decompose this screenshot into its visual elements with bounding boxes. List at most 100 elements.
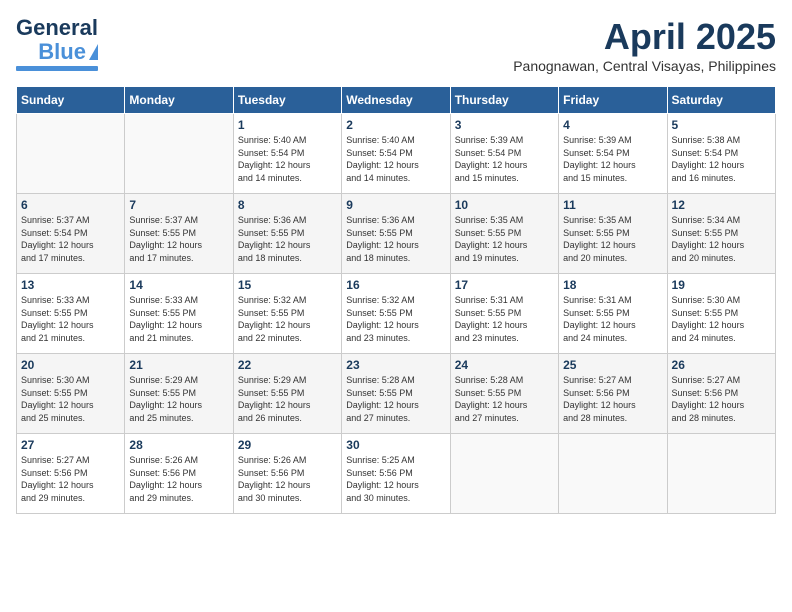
day-number: 13 xyxy=(21,278,120,292)
title-area: April 2025 Panognawan, Central Visayas, … xyxy=(513,16,776,74)
day-cell xyxy=(450,434,558,514)
day-info: Sunrise: 5:27 AM Sunset: 5:56 PM Dayligh… xyxy=(21,454,120,504)
col-header-sunday: Sunday xyxy=(17,87,125,114)
day-info: Sunrise: 5:34 AM Sunset: 5:55 PM Dayligh… xyxy=(672,214,771,264)
day-info: Sunrise: 5:29 AM Sunset: 5:55 PM Dayligh… xyxy=(238,374,337,424)
day-number: 17 xyxy=(455,278,554,292)
day-number: 28 xyxy=(129,438,228,452)
day-cell: 14 Sunrise: 5:33 AM Sunset: 5:55 PM Dayli… xyxy=(125,274,233,354)
logo: General Blue xyxy=(16,16,98,71)
day-info: Sunrise: 5:28 AM Sunset: 5:55 PM Dayligh… xyxy=(455,374,554,424)
day-cell: 19 Sunrise: 5:30 AM Sunset: 5:55 PM Dayli… xyxy=(667,274,775,354)
day-cell: 27 Sunrise: 5:27 AM Sunset: 5:56 PM Dayli… xyxy=(17,434,125,514)
day-cell: 12 Sunrise: 5:34 AM Sunset: 5:55 PM Dayli… xyxy=(667,194,775,274)
day-info: Sunrise: 5:36 AM Sunset: 5:55 PM Dayligh… xyxy=(346,214,445,264)
day-cell: 30Sunrise: 5:25 AM Sunset: 5:56 PM Dayli… xyxy=(342,434,450,514)
day-cell: 21Sunrise: 5:29 AM Sunset: 5:55 PM Dayli… xyxy=(125,354,233,434)
day-number: 22 xyxy=(238,358,337,372)
day-info: Sunrise: 5:40 AM Sunset: 5:54 PM Dayligh… xyxy=(238,134,337,184)
day-cell: 16Sunrise: 5:32 AM Sunset: 5:55 PM Dayli… xyxy=(342,274,450,354)
day-cell: 28 Sunrise: 5:26 AM Sunset: 5:56 PM Dayli… xyxy=(125,434,233,514)
day-cell: 22 Sunrise: 5:29 AM Sunset: 5:55 PM Dayli… xyxy=(233,354,341,434)
day-info: Sunrise: 5:27 AM Sunset: 5:56 PM Dayligh… xyxy=(672,374,771,424)
day-cell: 3 Sunrise: 5:39 AM Sunset: 5:54 PM Daylig… xyxy=(450,114,558,194)
day-number: 25 xyxy=(563,358,662,372)
day-number: 27 xyxy=(21,438,120,452)
day-info: Sunrise: 5:36 AM Sunset: 5:55 PM Dayligh… xyxy=(238,214,337,264)
day-info: Sunrise: 5:26 AM Sunset: 5:56 PM Dayligh… xyxy=(129,454,228,504)
day-number: 24 xyxy=(455,358,554,372)
col-header-wednesday: Wednesday xyxy=(342,87,450,114)
day-number: 26 xyxy=(672,358,771,372)
day-info: Sunrise: 5:39 AM Sunset: 5:54 PM Dayligh… xyxy=(563,134,662,184)
logo-blue: Blue xyxy=(38,40,98,64)
day-number: 11 xyxy=(563,198,662,212)
header: General Blue April 2025 Panognawan, Cent… xyxy=(16,16,776,74)
day-info: Sunrise: 5:38 AM Sunset: 5:54 PM Dayligh… xyxy=(672,134,771,184)
day-cell: 4Sunrise: 5:39 AM Sunset: 5:54 PM Daylig… xyxy=(559,114,667,194)
day-info: Sunrise: 5:30 AM Sunset: 5:55 PM Dayligh… xyxy=(672,294,771,344)
day-number: 3 xyxy=(455,118,554,132)
day-cell: 26 Sunrise: 5:27 AM Sunset: 5:56 PM Dayli… xyxy=(667,354,775,434)
week-row-2: 6 Sunrise: 5:37 AM Sunset: 5:54 PM Daylig… xyxy=(17,194,776,274)
day-number: 1 xyxy=(238,118,337,132)
col-header-tuesday: Tuesday xyxy=(233,87,341,114)
day-info: Sunrise: 5:26 AM Sunset: 5:56 PM Dayligh… xyxy=(238,454,337,504)
day-cell: 8 Sunrise: 5:36 AM Sunset: 5:55 PM Daylig… xyxy=(233,194,341,274)
day-number: 15 xyxy=(238,278,337,292)
logo-general: General xyxy=(16,16,98,40)
day-cell xyxy=(667,434,775,514)
day-cell xyxy=(125,114,233,194)
day-info: Sunrise: 5:35 AM Sunset: 5:55 PM Dayligh… xyxy=(455,214,554,264)
day-info: Sunrise: 5:35 AM Sunset: 5:55 PM Dayligh… xyxy=(563,214,662,264)
day-cell: 9 Sunrise: 5:36 AM Sunset: 5:55 PM Daylig… xyxy=(342,194,450,274)
month-title: April 2025 xyxy=(513,16,776,58)
day-cell xyxy=(17,114,125,194)
day-number: 14 xyxy=(129,278,228,292)
day-number: 6 xyxy=(21,198,120,212)
day-number: 12 xyxy=(672,198,771,212)
day-cell: 1 Sunrise: 5:40 AM Sunset: 5:54 PM Daylig… xyxy=(233,114,341,194)
day-number: 20 xyxy=(21,358,120,372)
day-cell: 18Sunrise: 5:31 AM Sunset: 5:55 PM Dayli… xyxy=(559,274,667,354)
day-number: 16 xyxy=(346,278,445,292)
day-cell xyxy=(559,434,667,514)
day-info: Sunrise: 5:31 AM Sunset: 5:55 PM Dayligh… xyxy=(455,294,554,344)
day-info: Sunrise: 5:33 AM Sunset: 5:55 PM Dayligh… xyxy=(21,294,120,344)
col-header-friday: Friday xyxy=(559,87,667,114)
day-cell: 13 Sunrise: 5:33 AM Sunset: 5:55 PM Dayli… xyxy=(17,274,125,354)
day-number: 7 xyxy=(129,198,228,212)
subtitle: Panognawan, Central Visayas, Philippines xyxy=(513,58,776,74)
day-cell: 20 Sunrise: 5:30 AM Sunset: 5:55 PM Dayli… xyxy=(17,354,125,434)
calendar-header-row: SundayMondayTuesdayWednesdayThursdayFrid… xyxy=(17,87,776,114)
day-cell: 11 Sunrise: 5:35 AM Sunset: 5:55 PM Dayli… xyxy=(559,194,667,274)
day-number: 5 xyxy=(672,118,771,132)
day-number: 10 xyxy=(455,198,554,212)
calendar-table: SundayMondayTuesdayWednesdayThursdayFrid… xyxy=(16,86,776,514)
day-info: Sunrise: 5:31 AM Sunset: 5:55 PM Dayligh… xyxy=(563,294,662,344)
day-cell: 7 Sunrise: 5:37 AM Sunset: 5:55 PM Daylig… xyxy=(125,194,233,274)
col-header-monday: Monday xyxy=(125,87,233,114)
day-cell: 2 Sunrise: 5:40 AM Sunset: 5:54 PM Daylig… xyxy=(342,114,450,194)
day-info: Sunrise: 5:39 AM Sunset: 5:54 PM Dayligh… xyxy=(455,134,554,184)
day-info: Sunrise: 5:37 AM Sunset: 5:54 PM Dayligh… xyxy=(21,214,120,264)
day-info: Sunrise: 5:40 AM Sunset: 5:54 PM Dayligh… xyxy=(346,134,445,184)
day-number: 29 xyxy=(238,438,337,452)
day-number: 19 xyxy=(672,278,771,292)
day-info: Sunrise: 5:30 AM Sunset: 5:55 PM Dayligh… xyxy=(21,374,120,424)
day-number: 2 xyxy=(346,118,445,132)
day-info: Sunrise: 5:33 AM Sunset: 5:55 PM Dayligh… xyxy=(129,294,228,344)
day-cell: 23Sunrise: 5:28 AM Sunset: 5:55 PM Dayli… xyxy=(342,354,450,434)
day-number: 9 xyxy=(346,198,445,212)
day-number: 30 xyxy=(346,438,445,452)
day-info: Sunrise: 5:37 AM Sunset: 5:55 PM Dayligh… xyxy=(129,214,228,264)
day-number: 8 xyxy=(238,198,337,212)
day-info: Sunrise: 5:32 AM Sunset: 5:55 PM Dayligh… xyxy=(238,294,337,344)
day-cell: 29 Sunrise: 5:26 AM Sunset: 5:56 PM Dayli… xyxy=(233,434,341,514)
col-header-saturday: Saturday xyxy=(667,87,775,114)
week-row-3: 13 Sunrise: 5:33 AM Sunset: 5:55 PM Dayli… xyxy=(17,274,776,354)
col-header-thursday: Thursday xyxy=(450,87,558,114)
day-number: 21 xyxy=(129,358,228,372)
day-number: 23 xyxy=(346,358,445,372)
day-cell: 5 Sunrise: 5:38 AM Sunset: 5:54 PM Daylig… xyxy=(667,114,775,194)
